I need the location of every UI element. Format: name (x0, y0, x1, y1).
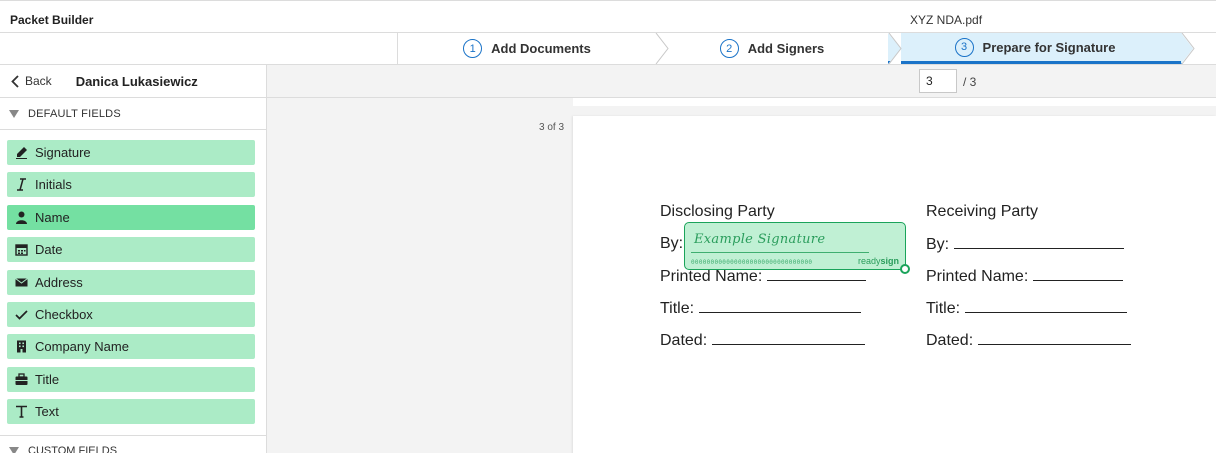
field-date[interactable]: Date (7, 237, 255, 263)
signature-field-box[interactable]: Example Signature 0000000000000000000000… (684, 222, 906, 270)
page-counter: 3 of 3 (539, 122, 565, 133)
back-button[interactable]: Back (11, 74, 52, 88)
receiving-printed-name-line: Printed Name: (926, 267, 1124, 286)
disclosing-party-heading: Disclosing Party (660, 203, 775, 220)
step-add-documents[interactable]: 1 Add Documents (398, 33, 656, 64)
field-initials[interactable]: Initials (7, 172, 255, 198)
printed-name-label: Printed Name: (660, 268, 763, 285)
field-label: Text (35, 404, 59, 420)
receiving-by-line: By: (926, 235, 1125, 254)
blank-line (712, 331, 866, 345)
blank-line (954, 235, 1125, 249)
step-number-3: 3 (954, 37, 974, 57)
field-name[interactable]: Name (7, 204, 255, 230)
document-viewer[interactable]: 3 of 3 Disclosing Party By: Printed Name… (267, 98, 1216, 453)
field-title[interactable]: Title (7, 366, 255, 392)
step-separator-chevron-icon (888, 33, 902, 64)
section-title: CUSTOM FIELDS (28, 444, 118, 453)
dated-label: Dated: (660, 332, 708, 349)
field-signature[interactable]: Signature (7, 140, 255, 165)
briefcase-icon (15, 373, 28, 386)
section-title: DEFAULT FIELDS (28, 107, 121, 120)
checkmark-icon (15, 308, 28, 321)
receiving-party-heading: Receiving Party (926, 203, 1039, 220)
field-label: Name (35, 209, 70, 225)
brand-light: ready (857, 256, 881, 266)
step-label: Add Signers (747, 41, 825, 56)
field-company-name[interactable]: Company Name (7, 334, 255, 360)
disclosing-dated-line: Dated: (660, 331, 866, 350)
step-end-chevron-icon (1181, 33, 1195, 64)
steps-wizard: 1 Add Documents 2 Add Signers 3 Prepare … (397, 33, 1197, 65)
calendar-icon (15, 243, 28, 256)
field-text[interactable]: Text (7, 399, 255, 425)
field-address[interactable]: Address (7, 269, 255, 295)
italic-i-icon (15, 178, 28, 192)
disclosing-by-line: By: (660, 235, 683, 253)
page-total: / 3 (963, 75, 977, 89)
back-label: Back (25, 74, 52, 88)
person-icon (15, 211, 28, 224)
step-number-1: 1 (463, 39, 483, 58)
field-label: Title (35, 371, 60, 387)
step-label: Prepare for Signature (982, 39, 1116, 55)
steps-bar: 1 Add Documents 2 Add Signers 3 Prepare … (0, 33, 1216, 65)
step-add-signers[interactable]: 2 Add Signers (656, 33, 888, 64)
step-label: Add Documents (491, 41, 591, 56)
file-name: XYZ NDA.pdf (910, 13, 983, 27)
text-t-icon (15, 405, 28, 418)
field-label: Address (35, 274, 83, 290)
by-label: By: (660, 235, 684, 252)
title-label: Title: (926, 300, 961, 317)
page-number-input[interactable] (919, 69, 957, 93)
app-title: Packet Builder (10, 13, 94, 27)
readysign-logo: readysign (858, 256, 899, 266)
disclosing-title-line: Title: (660, 299, 862, 318)
fields-sidebar: Back Danica Lukasiewicz DEFAULT FIELDS S… (0, 65, 267, 453)
caret-down-icon (9, 109, 19, 118)
document-page[interactable]: Disclosing Party By: Printed Name: Title… (573, 116, 1216, 453)
receiving-title-line: Title: (926, 299, 1128, 318)
default-fields-header[interactable]: DEFAULT FIELDS (0, 98, 266, 130)
printed-name-label: Printed Name: (926, 268, 1029, 285)
field-label: Company Name (35, 339, 129, 355)
step-prepare-for-signature[interactable]: 3 Prepare for Signature (888, 33, 1182, 64)
page-navigation-bar: / 3 (267, 65, 1216, 98)
pen-icon (15, 146, 28, 159)
sidebar-header: Back Danica Lukasiewicz (0, 65, 266, 98)
blank-line (1033, 267, 1124, 281)
default-fields-list: Signature Initials Name Date Address Che… (0, 130, 266, 425)
custom-fields-header[interactable]: CUSTOM FIELDS (0, 435, 266, 453)
field-label: Signature (35, 145, 91, 160)
step-number-2: 2 (719, 39, 739, 58)
title-label: Title: (660, 300, 695, 317)
field-label: Initials (35, 177, 72, 193)
signature-code: 0000000000000000000000000000000 (691, 259, 813, 266)
blank-line (699, 299, 862, 313)
chevron-left-icon (11, 74, 19, 88)
field-label: Checkbox (35, 306, 93, 322)
receiving-dated-line: Dated: (926, 331, 1132, 350)
caret-down-icon (9, 446, 19, 453)
resize-handle[interactable] (900, 264, 910, 274)
building-icon (15, 340, 28, 353)
dated-label: Dated: (926, 332, 974, 349)
signer-name: Danica Lukasiewicz (75, 73, 198, 89)
field-label: Date (35, 242, 63, 258)
field-checkbox[interactable]: Checkbox (7, 301, 255, 327)
signature-line (691, 252, 869, 253)
brand-bold: sign (880, 256, 899, 266)
blank-line (978, 331, 1132, 345)
previous-page-edge (573, 98, 1216, 106)
top-bar: Packet Builder XYZ NDA.pdf (0, 0, 1216, 33)
envelope-icon (15, 276, 28, 289)
blank-line (965, 299, 1128, 313)
by-label: By: (926, 236, 950, 253)
signature-sample-text: Example Signature (694, 232, 826, 247)
